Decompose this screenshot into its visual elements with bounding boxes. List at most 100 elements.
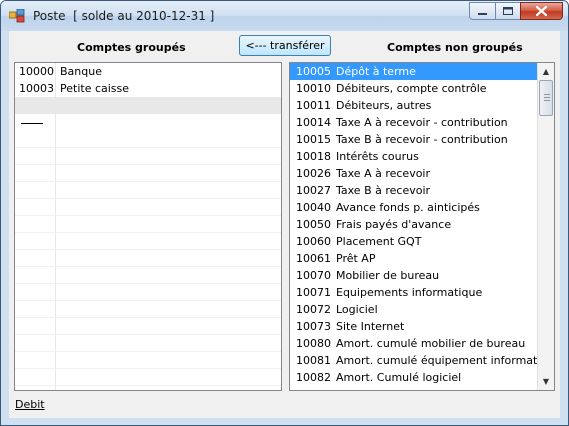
account-name: Avance fonds p. ainticipés xyxy=(336,201,480,214)
empty-row xyxy=(15,165,281,182)
table-row[interactable]: 10003 Petite caisse xyxy=(15,80,281,97)
account-name: Petite caisse xyxy=(60,82,130,95)
grip-line xyxy=(544,100,550,101)
account-name: Banque xyxy=(60,65,102,78)
empty-row xyxy=(15,301,281,318)
account-code: 10026 xyxy=(296,167,331,180)
empty-row xyxy=(15,250,281,267)
maximize-icon xyxy=(503,7,513,15)
grouped-accounts-grid[interactable]: 10000 Banque 10003 Petite caisse xyxy=(14,62,282,391)
account-code: 10018 xyxy=(296,150,331,163)
account-name: Prêt AP xyxy=(336,252,376,265)
empty-row xyxy=(15,284,281,301)
maximize-button[interactable] xyxy=(495,2,521,20)
empty-row xyxy=(15,369,281,386)
window-title: Poste [ solde au 2010-12-31 ] xyxy=(33,9,215,23)
empty-row xyxy=(15,352,281,369)
form-client-area: Comptes groupés <--- transférer Comptes … xyxy=(9,31,560,418)
account-code: 10080 xyxy=(296,337,331,350)
account-name: Débiteurs, compte contrôle xyxy=(336,82,487,95)
empty-row xyxy=(15,199,281,216)
account-code: 10071 xyxy=(296,286,331,299)
empty-row xyxy=(15,216,281,233)
close-button[interactable] xyxy=(520,2,563,20)
table-row[interactable]: 10000 Banque xyxy=(15,63,281,80)
account-code: 10003 xyxy=(19,82,54,95)
account-code: 10027 xyxy=(296,184,331,197)
list-item[interactable]: 10061 Prêt AP xyxy=(290,250,537,267)
account-name: Logiciel xyxy=(336,303,378,316)
account-name: Intérêts courus xyxy=(336,150,419,163)
account-code: 10073 xyxy=(296,320,331,333)
account-code: 10060 xyxy=(296,235,331,248)
list-item[interactable]: 10050 Frais payés d'avance xyxy=(290,216,537,233)
list-item[interactable]: 10027 Taxe B à recevoir xyxy=(290,182,537,199)
empty-row xyxy=(15,182,281,199)
list-item[interactable]: 10081 Amort. cumulé équipement informatiq… xyxy=(290,352,554,369)
list-item[interactable]: 10072 Logiciel xyxy=(290,301,537,318)
list-item[interactable]: 10060 Placement GQT xyxy=(290,233,537,250)
account-code: 10061 xyxy=(296,252,331,265)
grouped-accounts-header: Comptes groupés xyxy=(77,41,186,54)
debit-link[interactable]: Debit xyxy=(15,398,45,411)
account-code: 10050 xyxy=(296,218,331,231)
account-name: Amort. cumulé mobilier de bureau xyxy=(336,337,526,350)
scroll-up-arrow-icon[interactable]: ▲ xyxy=(538,63,554,80)
account-code: 10072 xyxy=(296,303,331,316)
account-name: Equipements informatique xyxy=(336,286,483,299)
vertical-scrollbar[interactable]: ▲ ▼ xyxy=(537,63,554,390)
ungrouped-accounts-header: Comptes non groupés xyxy=(387,41,523,54)
editing-row[interactable] xyxy=(15,114,281,131)
list-item[interactable]: 10026 Taxe A à recevoir xyxy=(290,165,537,182)
account-name: Frais payés d'avance xyxy=(336,218,452,231)
title-bar[interactable]: Poste [ solde au 2010-12-31 ] xyxy=(1,1,568,31)
account-code: 10081 xyxy=(296,354,331,367)
account-code: 10005 xyxy=(296,65,331,78)
scroll-down-arrow-icon[interactable]: ▼ xyxy=(538,373,554,390)
empty-row xyxy=(15,131,281,148)
app-icon xyxy=(9,9,25,23)
account-name: Taxe B à recevoir - contribution xyxy=(336,133,508,146)
list-item[interactable]: 10015 Taxe B à recevoir - contribution xyxy=(290,131,537,148)
account-name: Amort. cumulé équipement informatique xyxy=(336,354,555,367)
grip-line xyxy=(544,97,550,98)
account-name: Taxe A à recevoir - contribution xyxy=(336,116,508,129)
scrollbar-thumb[interactable] xyxy=(539,80,553,116)
account-code: 10015 xyxy=(296,133,331,146)
account-name: Taxe A à recevoir xyxy=(336,167,431,180)
account-code: 10011 xyxy=(296,99,331,112)
account-name: Amort. Cumulé logiciel xyxy=(336,371,462,384)
list-item[interactable]: 10011 Débiteurs, autres xyxy=(290,97,537,114)
minimize-icon xyxy=(478,13,487,15)
account-code: 10000 xyxy=(19,65,54,78)
list-item[interactable]: 10071 Equipements informatique xyxy=(290,284,537,301)
list-item[interactable]: 10070 Mobilier de bureau xyxy=(290,267,537,284)
list-item[interactable]: 10073 Site Internet xyxy=(290,318,537,335)
account-code: 10070 xyxy=(296,269,331,282)
account-code: 10014 xyxy=(296,116,331,129)
grip-line xyxy=(544,94,550,95)
list-item[interactable]: 10080 Amort. cumulé mobilier de bureau xyxy=(290,335,537,352)
list-item[interactable]: 10014 Taxe A à recevoir - contribution xyxy=(290,114,537,131)
minimize-button[interactable] xyxy=(469,2,496,20)
account-code: 10010 xyxy=(296,82,331,95)
transfer-button[interactable]: <--- transférer xyxy=(239,35,331,56)
empty-row xyxy=(15,233,281,250)
list-item[interactable]: 10005 Dépôt à terme xyxy=(290,63,537,80)
app-window: Poste [ solde au 2010-12-31 ] Comptes gr… xyxy=(0,0,569,426)
empty-row xyxy=(15,148,281,165)
edit-cursor xyxy=(21,123,43,124)
list-item[interactable]: 10010 Débiteurs, compte contrôle xyxy=(290,80,537,97)
list-item[interactable]: 10082 Amort. Cumulé logiciel xyxy=(290,369,537,386)
account-code: 10082 xyxy=(296,371,331,384)
list-item[interactable]: 10018 Intérêts courus xyxy=(290,148,537,165)
ungrouped-accounts-list[interactable]: 10005 Dépôt à terme 10010 Débiteurs, compt… xyxy=(289,62,555,391)
new-row[interactable] xyxy=(15,97,281,114)
account-name: Débiteurs, autres xyxy=(336,99,432,112)
account-name: Site Internet xyxy=(336,320,405,333)
empty-row xyxy=(15,335,281,352)
account-name: Mobilier de bureau xyxy=(336,269,440,282)
list-item[interactable]: 10040 Avance fonds p. ainticipés xyxy=(290,199,537,216)
account-name: Taxe B à recevoir xyxy=(336,184,431,197)
empty-row xyxy=(15,267,281,284)
